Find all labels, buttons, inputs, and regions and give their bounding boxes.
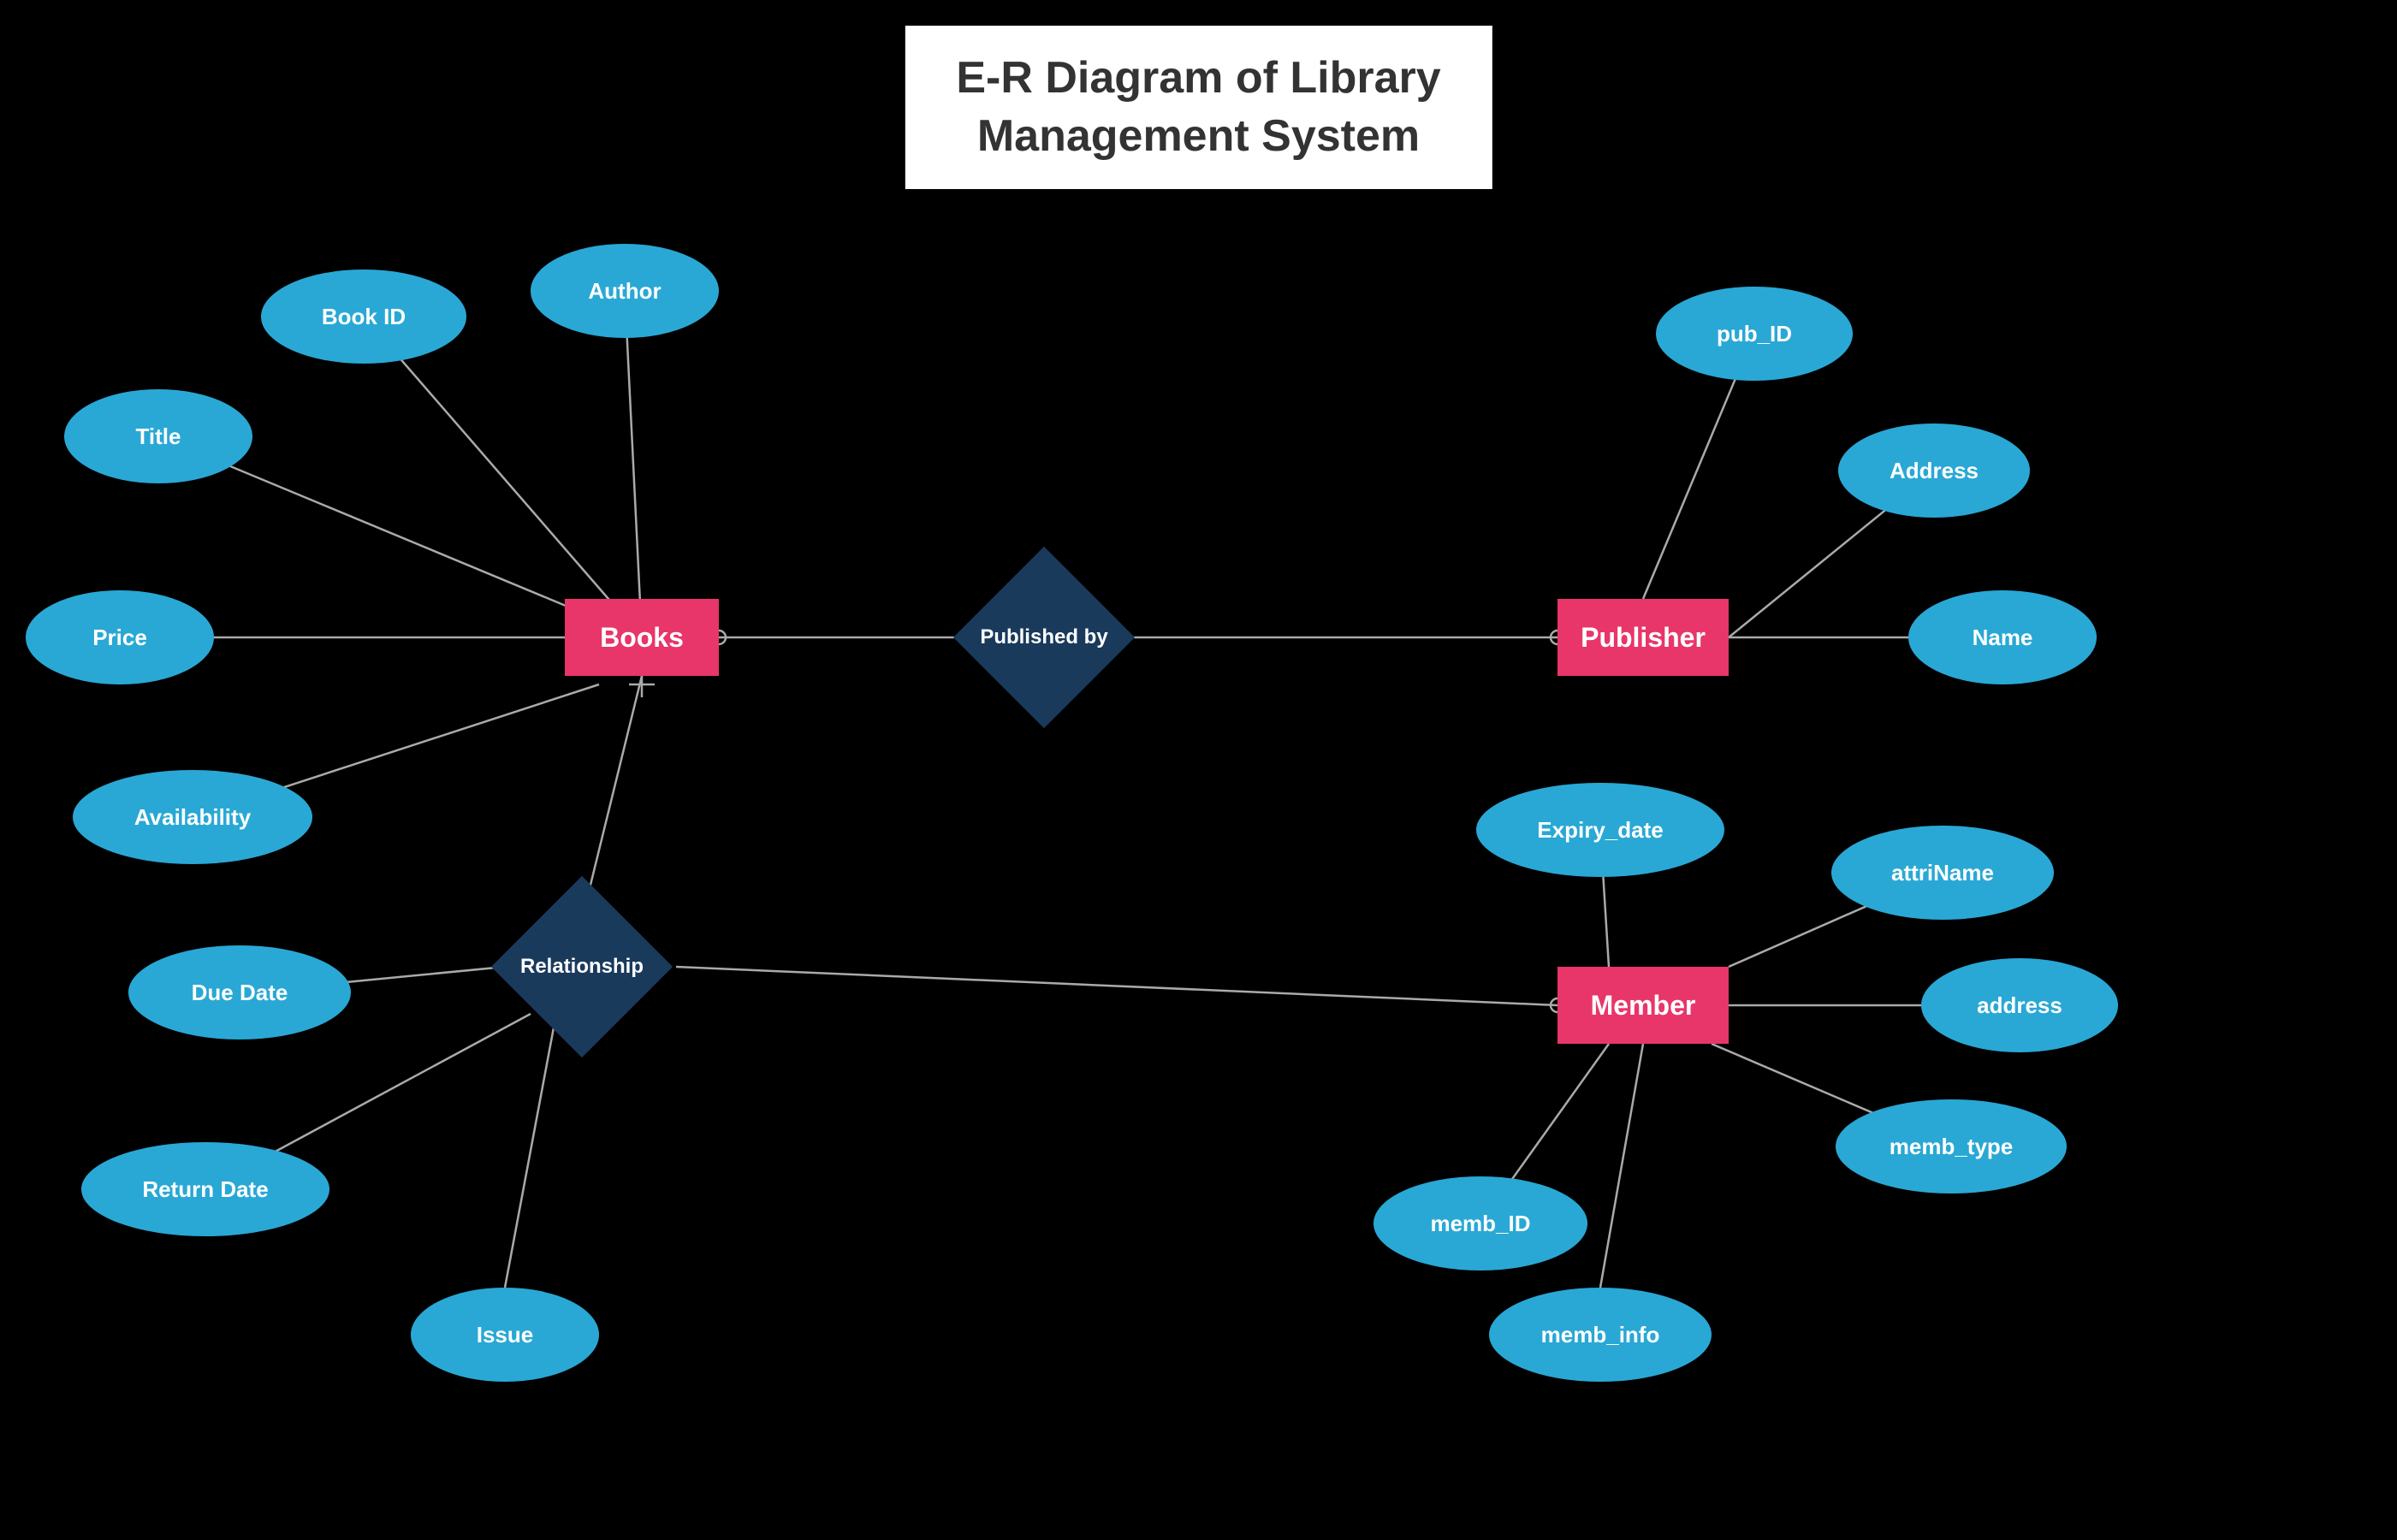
attr-mem-address: address xyxy=(1921,958,2118,1052)
attr-issue: Issue xyxy=(411,1288,599,1382)
attr-pub-id: pub_ID xyxy=(1656,287,1853,381)
attr-pub-address: Address xyxy=(1838,424,2030,518)
entity-publisher[interactable]: Publisher xyxy=(1557,599,1729,676)
attr-book-id: Book ID xyxy=(261,270,466,364)
attr-due-date: Due Date xyxy=(128,945,351,1040)
attr-memb-id: memb_ID xyxy=(1374,1176,1587,1270)
attr-availability: Availability xyxy=(73,770,312,864)
attr-expiry-date: Expiry_date xyxy=(1476,783,1724,877)
relationship-main[interactable]: Relationship xyxy=(488,920,676,1014)
attr-price: Price xyxy=(26,590,214,684)
attr-memb-info: memb_info xyxy=(1489,1288,1712,1382)
attr-memb-type: memb_type xyxy=(1836,1099,2067,1194)
attr-author: Author xyxy=(531,244,719,338)
attr-name: Name xyxy=(1908,590,2097,684)
diagram-canvas xyxy=(0,0,2397,1540)
entity-books[interactable]: Books xyxy=(565,599,719,676)
entity-member[interactable]: Member xyxy=(1557,967,1729,1044)
attr-return-date: Return Date xyxy=(81,1142,329,1236)
relationship-published-by[interactable]: Published by xyxy=(954,590,1134,684)
attr-title: Title xyxy=(64,389,252,483)
attr-attriname: attriName xyxy=(1831,826,2054,920)
